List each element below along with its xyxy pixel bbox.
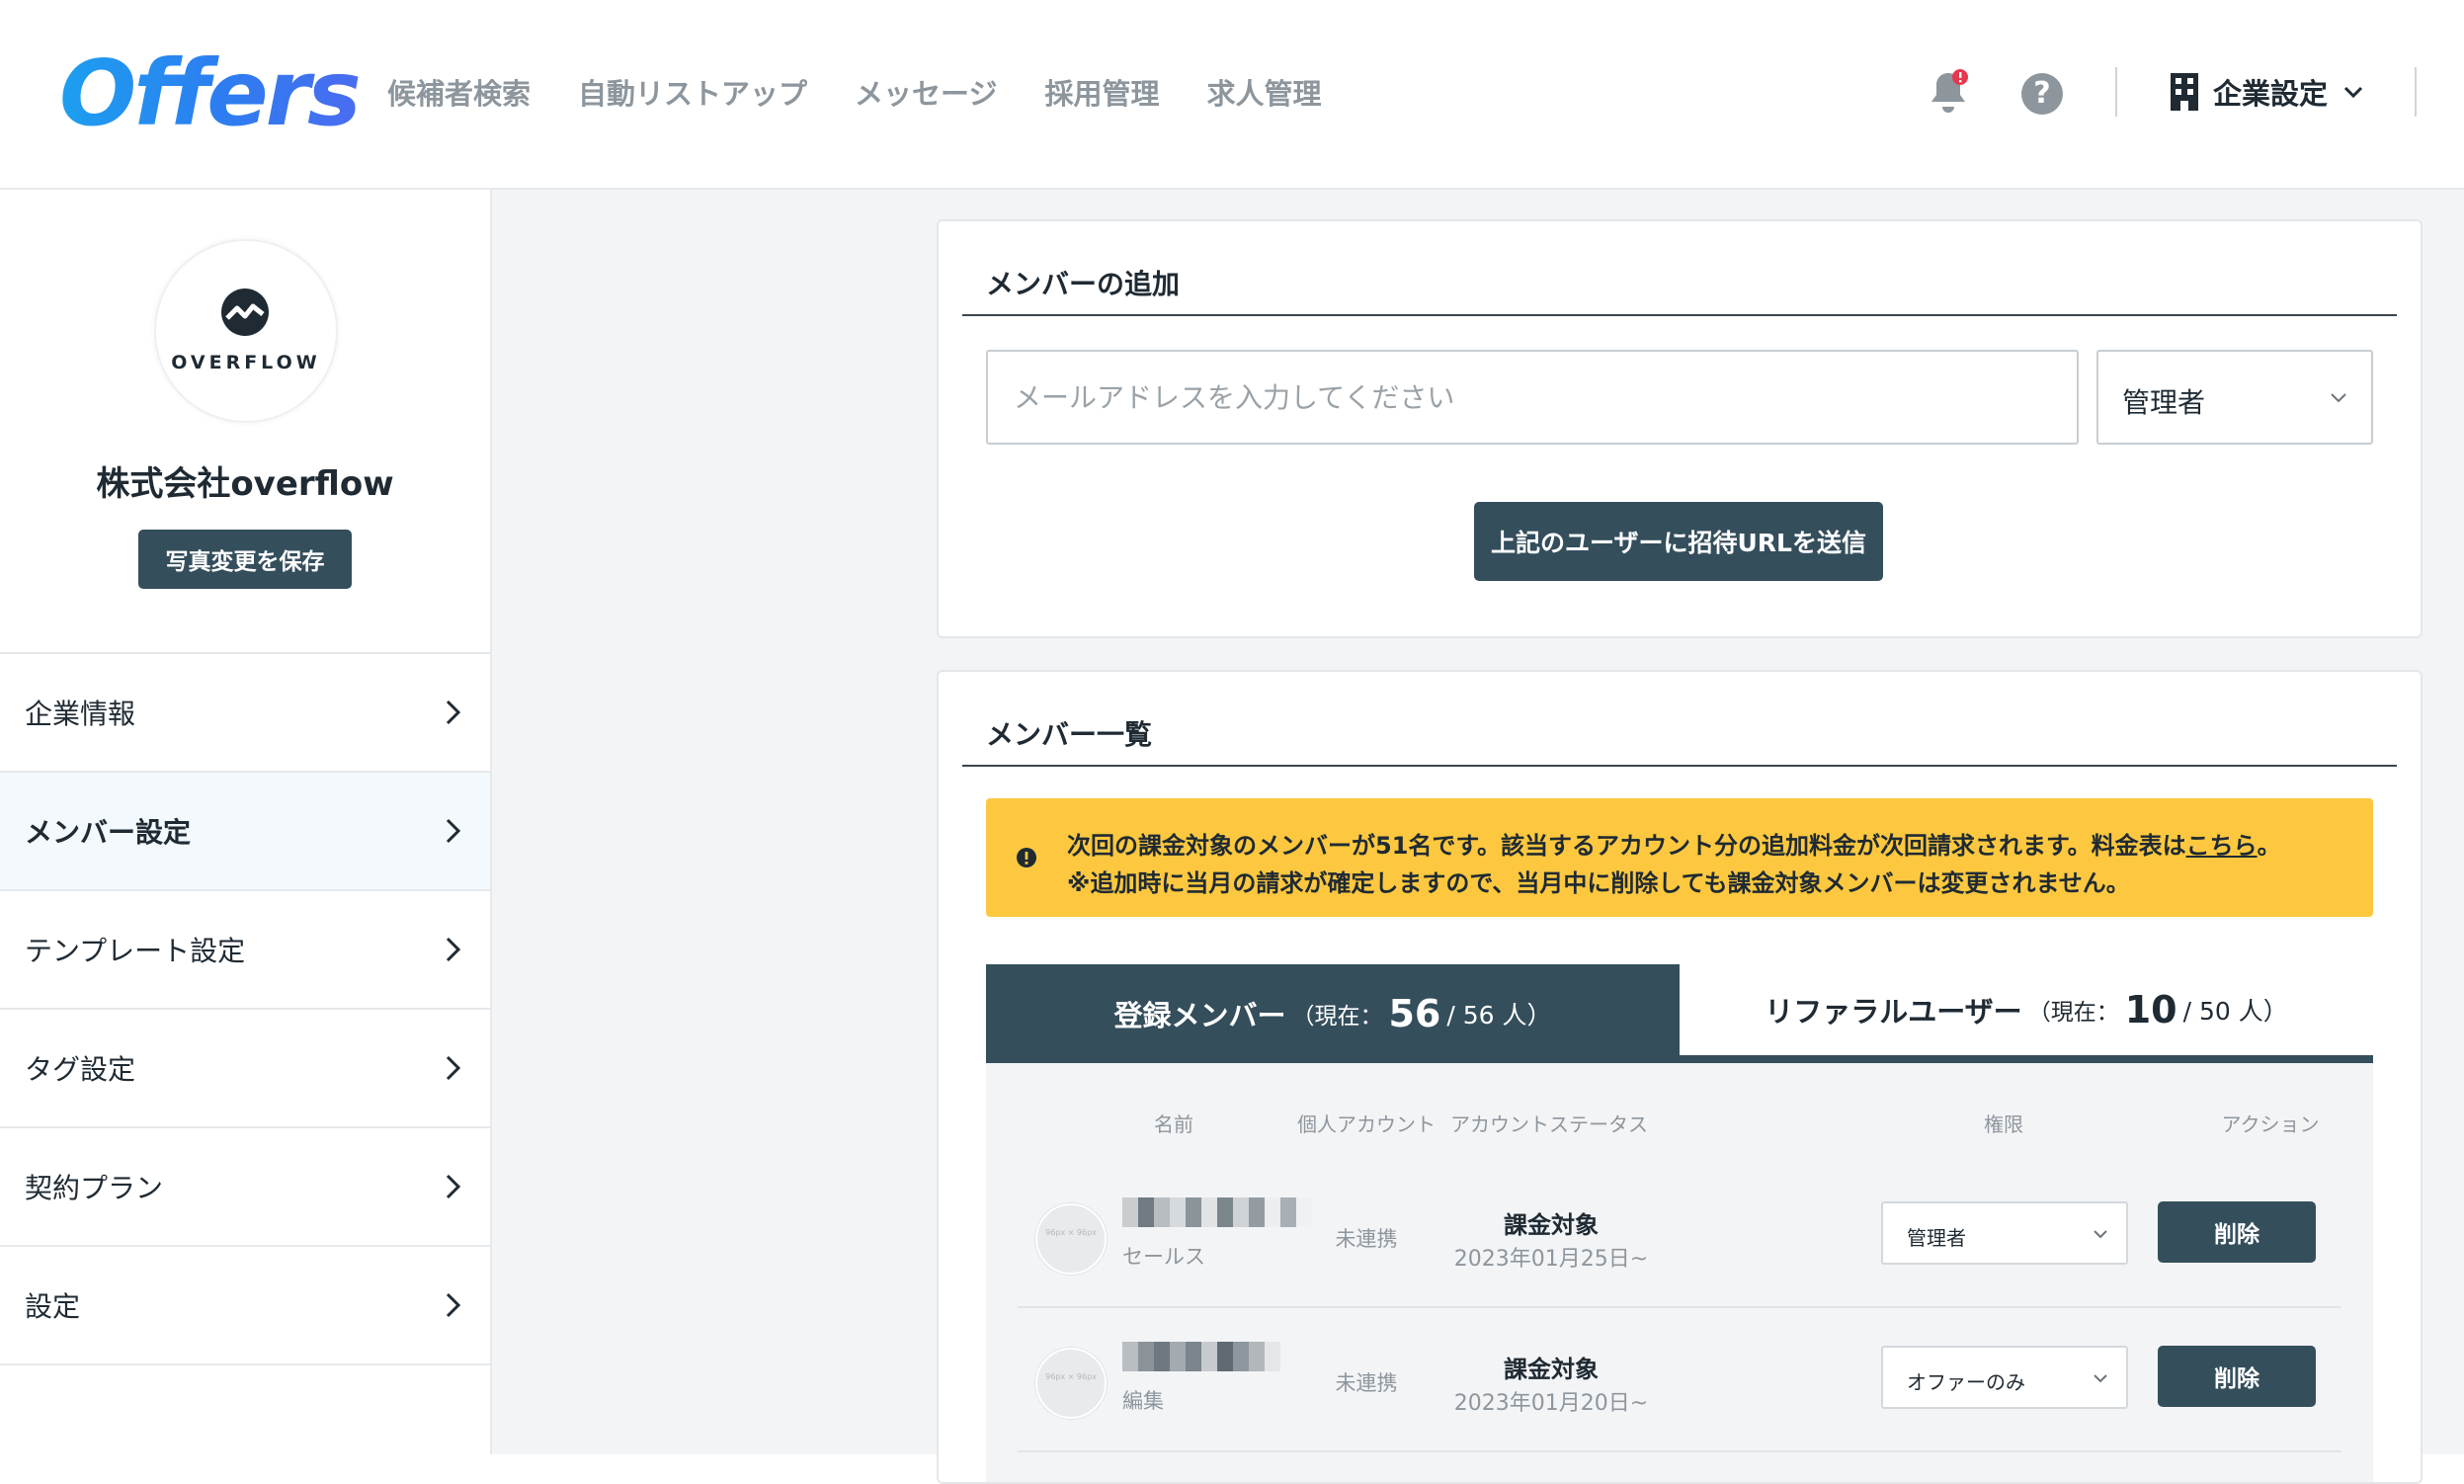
company-name: 株式会社overflow	[96, 464, 394, 504]
tab-registered-members[interactable]: 登録メンバー （現在： 56 / 56 人）	[986, 964, 1680, 1063]
delete-button[interactable]: 削除	[2158, 1346, 2316, 1407]
chevron-down-icon	[2094, 1230, 2107, 1239]
sidebar-item-label: タグ設定	[25, 1053, 136, 1086]
exclamation-icon	[1017, 848, 1036, 867]
column-header-account-status: アカウントステータス	[1450, 1113, 1648, 1136]
notice-line-2: ※追加時に当月の請求が確定しますので、当月中に削除しても課金対象メンバーは変更さ…	[1067, 869, 2130, 897]
referral-count: 10	[2124, 988, 2177, 1031]
nav-auto-listup[interactable]: 自動リストアップ	[578, 71, 807, 113]
sidebar-item-contract-plan[interactable]: 契約プラン	[0, 1128, 490, 1247]
main-nav: 候補者検索 自動リストアップ メッセージ 採用管理 求人管理	[387, 71, 1321, 113]
sidebar-item-label: メンバー設定	[25, 816, 192, 849]
add-member-card: メンバーの追加 管理者 上記のユーザーに招待URLを送信	[937, 219, 2423, 638]
member-table: 名前 個人アカウント アカウントステータス 権限 アクション 96px × 96…	[986, 1063, 2373, 1482]
avatar: 96px × 96px	[1035, 1348, 1107, 1419]
main-content: メンバーの追加 管理者 上記のユーザーに招待URLを送信 メンバー一覧 次回の課…	[492, 190, 2464, 1484]
department: 編集	[1122, 1389, 1164, 1413]
company-settings-menu[interactable]: 企業設定	[2170, 71, 2365, 113]
registered-count: 56	[1388, 992, 1441, 1035]
tab-underline	[986, 1055, 2373, 1063]
account-status: 課金対象	[1504, 1211, 1599, 1239]
chevron-right-icon	[446, 818, 461, 844]
sidebar-item-label: 設定	[25, 1290, 81, 1323]
billing-notice: 次回の課金対象のメンバーが51名です。該当するアカウント分の追加料金が次回請求さ…	[986, 798, 2373, 917]
nav-recruitment[interactable]: 採用管理	[1044, 71, 1159, 113]
sidebar-item-company-info[interactable]: 企業情報	[0, 654, 490, 773]
permission-select[interactable]: オファーのみ	[1881, 1346, 2128, 1409]
status-date: 2023年01月20日~	[1453, 1391, 1649, 1416]
member-list-title: メンバー一覧	[986, 718, 1153, 751]
header-divider	[2115, 67, 2117, 117]
chevron-down-icon	[2331, 393, 2346, 403]
nav-messages[interactable]: メッセージ	[855, 71, 997, 113]
price-table-link[interactable]: こちら	[2186, 832, 2258, 860]
member-tabs: 登録メンバー （現在： 56 / 56 人） リファラルユーザー （現在： 10…	[986, 964, 2373, 1063]
blurred-name	[1122, 1342, 1280, 1371]
chevron-right-icon	[446, 1174, 461, 1199]
chevron-right-icon	[446, 1055, 461, 1081]
overflow-logo-mark-icon	[221, 289, 269, 336]
sidebar-item-settings[interactable]: 設定	[0, 1247, 490, 1365]
tab-referral-users[interactable]: リファラルユーザー （現在： 10 / 50 人）	[1680, 964, 2373, 1055]
send-invite-button[interactable]: 上記のユーザーに招待URLを送信	[1474, 502, 1883, 581]
column-header-permission: 権限	[1984, 1113, 2023, 1136]
title-divider	[962, 314, 2397, 316]
permission-value: オファーのみ	[1907, 1370, 2025, 1394]
sidebar-item-label: 企業情報	[25, 698, 136, 730]
permission-value: 管理者	[1907, 1226, 1966, 1250]
department: セールス	[1122, 1245, 1205, 1269]
header-divider	[2415, 67, 2417, 117]
company-logo[interactable]: OVERFLOW	[154, 239, 338, 423]
company-settings-label: 企業設定	[2213, 77, 2329, 111]
sidebar-item-label: 契約プラン	[25, 1172, 164, 1204]
role-select[interactable]: 管理者	[2096, 350, 2373, 445]
member-list-card: メンバー一覧 次回の課金対象のメンバーが51名です。該当するアカウント分の追加料…	[937, 670, 2423, 1484]
add-member-title: メンバーの追加	[986, 268, 1181, 300]
notice-line-1: 次回の課金対象のメンバーが51名です。該当するアカウント分の追加料金が次回請求さ…	[1067, 832, 2281, 860]
chevron-right-icon	[446, 700, 461, 725]
notification-bell-icon[interactable]	[1927, 67, 1970, 117]
nav-candidate-search[interactable]: 候補者検索	[387, 71, 531, 113]
table-row: 96px × 96px セールス 未連携 課金対象 2023年01月25日~ 管…	[1018, 1162, 2341, 1308]
offers-logo[interactable]: Offers	[59, 40, 362, 148]
chevron-right-icon	[446, 937, 461, 962]
role-select-value: 管理者	[2122, 386, 2206, 419]
company-logo-word: OVERFLOW	[171, 352, 321, 373]
account-status: 課金対象	[1504, 1356, 1599, 1383]
permission-select[interactable]: 管理者	[1881, 1201, 2128, 1265]
nav-jobs[interactable]: 求人管理	[1206, 71, 1321, 113]
chevron-down-icon	[2343, 86, 2363, 99]
save-photo-button[interactable]: 写真変更を保存	[138, 530, 352, 589]
sidebar-item-tag-settings[interactable]: タグ設定	[0, 1010, 490, 1128]
column-header-action: アクション	[2221, 1113, 2320, 1136]
table-row: 96px × 96px 編集 未連携 課金対象 2023年01月20日~ オファ…	[1018, 1306, 2341, 1452]
chevron-right-icon	[446, 1292, 461, 1318]
sidebar-item-label: テンプレート設定	[25, 935, 246, 967]
help-icon[interactable]: ?	[2021, 73, 2063, 115]
delete-button[interactable]: 削除	[2158, 1201, 2316, 1263]
sidebar: OVERFLOW 株式会社overflow 写真変更を保存 企業情報 メンバー設…	[0, 190, 492, 1454]
email-input[interactable]	[986, 350, 2079, 445]
building-icon	[2171, 73, 2198, 111]
sidebar-item-template-settings[interactable]: テンプレート設定	[0, 891, 490, 1010]
top-header: Offers 候補者検索 自動リストアップ メッセージ 採用管理 求人管理 ? …	[0, 0, 2464, 190]
chevron-down-icon	[2094, 1374, 2107, 1383]
title-divider	[962, 765, 2397, 767]
settings-menu: 企業情報 メンバー設定 テンプレート設定 タグ設定 契約プラン 設定	[0, 652, 490, 1365]
status-date: 2023年01月25日~	[1453, 1247, 1649, 1272]
avatar: 96px × 96px	[1035, 1203, 1107, 1275]
sidebar-item-member-settings[interactable]: メンバー設定	[0, 773, 490, 891]
